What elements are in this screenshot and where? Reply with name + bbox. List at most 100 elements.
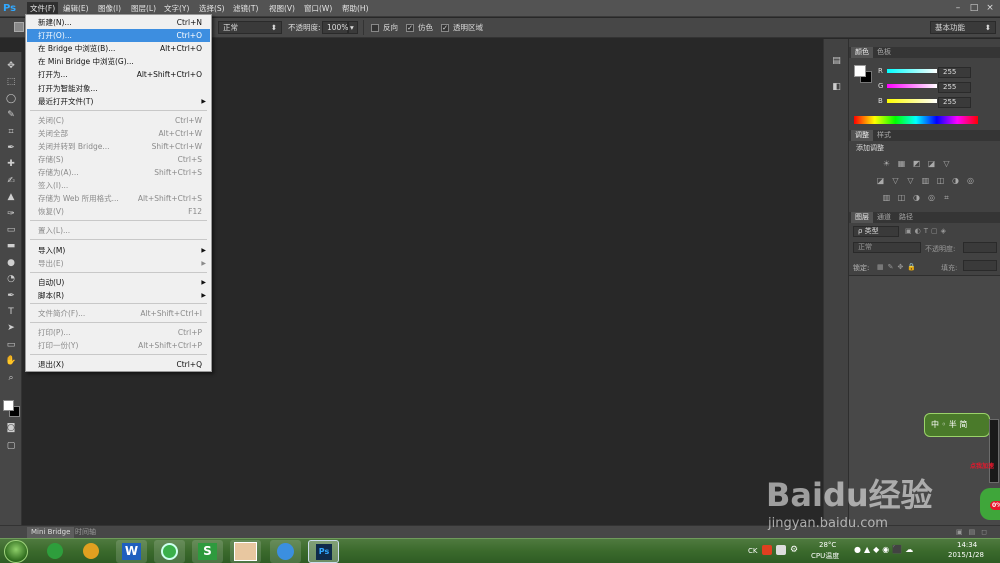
opacity-dropdown-icon[interactable]: ▾ [348,21,358,34]
screen-mode-icon[interactable]: ▢ [5,440,17,452]
exposure-icon[interactable]: ◪ [926,159,937,168]
clock-time[interactable]: 14:34 [957,541,977,549]
taskbar-app-wps-sheet-icon[interactable]: S [192,540,223,563]
color-spectrum[interactable] [854,116,978,124]
file-menu-item-5[interactable]: 打开为智能对象... [27,82,210,95]
quick-mask-icon[interactable]: ◙ [5,422,17,434]
selective-color-icon[interactable]: ◎ [926,193,937,202]
mode-select[interactable]: 正常 ⬍ [218,21,282,34]
brush-tool-icon[interactable]: ✍ [5,175,17,187]
brightness-icon[interactable]: ☀ [881,159,892,168]
reverse-checkbox[interactable] [371,24,379,32]
workspace-select[interactable]: 基本功能 ⬍ [930,21,996,34]
levels-icon[interactable]: ▦ [896,159,907,168]
eraser-tool-icon[interactable]: ▭ [5,224,17,236]
file-menu-item-15[interactable]: 置入(L)... [27,224,210,237]
vibrance-icon[interactable]: ◪ [875,176,886,185]
move-tool-icon[interactable]: ✥ [5,60,17,72]
gradient-tool-icon[interactable]: ▬ [5,240,17,252]
channel-value-r[interactable]: 255 [938,67,971,78]
speed-gauge[interactable] [989,419,999,483]
dodge-tool-icon[interactable]: ◔ [5,273,17,285]
layer-blend-select[interactable]: 正常 [853,242,921,253]
tab-swatches[interactable]: 色板 [873,47,895,58]
invert-icon[interactable]: ▥ [881,193,892,202]
file-menu-item-23[interactable]: 退出(X) Ctrl+Q [27,358,210,371]
ime-indicator[interactable]: CK [748,547,757,555]
quick-select-icon[interactable]: ✎ [5,109,17,121]
tab-styles[interactable]: 样式 [873,130,895,141]
crop-tool-icon[interactable]: ⌗ [5,126,17,138]
channel-mixer-icon[interactable]: ◑ [950,176,961,185]
menu-7[interactable]: 视图(V) [266,2,298,15]
tab-color[interactable]: 颜色 [851,47,873,58]
start-button[interactable] [4,540,28,563]
taskbar-app-browser-icon[interactable] [154,540,185,563]
file-menu-item-16[interactable]: 导入(M) ▶ [27,244,210,257]
transparency-checkbox[interactable]: ✓ [441,24,449,32]
close-button[interactable]: × [984,2,996,14]
layer-fill-input[interactable] [963,260,997,271]
taskbar-app-photo-viewer-icon[interactable] [230,540,261,563]
menu-9[interactable]: 帮助(H) [339,2,372,15]
tray-sogou-icon[interactable] [762,545,772,555]
type-tool-icon[interactable]: T [5,306,17,318]
layer-filter-select[interactable]: ρ 类型 [853,226,899,237]
bw-icon[interactable]: ▥ [920,176,931,185]
file-menu-item-1[interactable]: 打开(O)... Ctrl+O [27,29,210,42]
hand-tool-icon[interactable]: ✋ [5,355,17,367]
clock-date[interactable]: 2015/1/28 [948,551,984,559]
taskbar-app-photoshop-icon[interactable]: Ps [308,540,339,563]
foreground-color-swatch[interactable] [854,65,866,77]
file-menu-item-19[interactable]: 脚本(R) ▶ [27,289,210,302]
history-brush-icon[interactable]: ✑ [5,208,17,220]
file-menu-item-2[interactable]: 在 Bridge 中浏览(B)... Alt+Ctrl+O [27,42,210,55]
hue-sat-icon[interactable]: ▽ [890,176,901,185]
dither-checkbox[interactable]: ✓ [406,24,414,32]
panel-bottom-icons[interactable]: ▣▤◻ [956,528,993,536]
tab-timeline[interactable]: 时间轴 [71,527,100,538]
gradient-map-icon[interactable]: ▽ [941,159,952,168]
channel-slider-g[interactable] [887,84,937,88]
tray-keyboard-icon[interactable] [776,545,786,555]
lasso-tool-icon[interactable]: ◯ [5,93,17,105]
gradient-map2-icon[interactable]: ⌗ [941,193,952,202]
file-menu-item-21[interactable]: 打印(P)... Ctrl+P [27,326,210,339]
curves-icon[interactable]: ◩ [911,159,922,168]
blur-tool-icon[interactable]: ● [5,257,17,269]
file-menu-item-6[interactable]: 最近打开文件(T) ▶ [27,95,210,108]
speed-badge[interactable]: 点我加速 [970,461,994,470]
eyedropper-icon[interactable]: ✒ [5,142,17,154]
threshold-icon[interactable]: ◑ [911,193,922,202]
foreground-color-icon[interactable] [3,400,14,411]
file-menu-item-9[interactable]: 关闭并转到 Bridge... Shift+Ctrl+W [27,140,210,153]
file-menu-item-12[interactable]: 签入(I)... [27,179,210,192]
file-menu-item-10[interactable]: 存储(S) Ctrl+S [27,153,210,166]
tool-preset-icon[interactable] [14,22,24,32]
menu-6[interactable]: 滤镜(T) [230,2,261,15]
file-menu-item-22[interactable]: 打印一份(Y) Alt+Shift+Ctrl+P [27,339,210,352]
tab-paths[interactable]: 路径 [895,212,917,223]
zoom-tool-icon[interactable]: ⌕ [5,372,17,384]
file-menu-item-0[interactable]: 新建(N)... Ctrl+N [27,16,210,29]
lock-icons[interactable]: ▦✎✥🔒 [877,263,931,272]
color-lookup-icon[interactable]: ◎ [965,176,976,185]
file-menu-item-3[interactable]: 在 Mini Bridge 中浏览(G)... [27,55,210,68]
tab-mini-bridge[interactable]: Mini Bridge [27,527,75,538]
channel-value-b[interactable]: 255 [938,97,971,108]
marquee-tool-icon[interactable]: ⬚ [5,76,17,88]
file-menu-item-13[interactable]: 存储为 Web 所用格式... Alt+Shift+Ctrl+S [27,192,210,205]
pen-tool-icon[interactable]: ✒ [5,290,17,302]
clone-stamp-icon[interactable]: ▲ [5,191,17,203]
layer-opacity-input[interactable] [963,242,997,253]
posterize-icon[interactable]: ◫ [896,193,907,202]
shape-tool-icon[interactable]: ▭ [5,339,17,351]
taskbar-app-wps-writer-icon[interactable]: W [116,540,147,563]
file-menu-item-11[interactable]: 存储为(A)... Shift+Ctrl+S [27,166,210,179]
opacity-input[interactable]: 100% [322,21,348,34]
file-menu-item-17[interactable]: 导出(E) ▶ [27,257,210,270]
healing-brush-icon[interactable]: ✚ [5,158,17,170]
channel-value-g[interactable]: 255 [938,82,971,93]
file-menu-item-7[interactable]: 关闭(C) Ctrl+W [27,114,210,127]
tab-layers[interactable]: 图层 [851,212,873,223]
